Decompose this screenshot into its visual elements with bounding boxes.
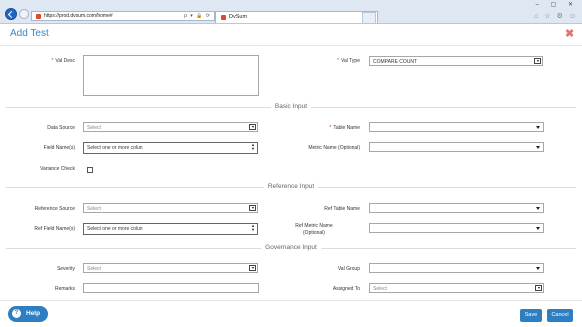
window-controls[interactable]: – ▢ ✕ xyxy=(536,1,578,8)
save-button[interactable]: Save xyxy=(520,309,542,322)
chevron-down-icon xyxy=(249,124,256,130)
table-name-label: * Table Name xyxy=(329,125,360,131)
required-marker: * xyxy=(329,125,332,131)
required-marker: * xyxy=(51,58,54,64)
severity-placeholder: Select xyxy=(87,265,101,272)
help-label: Help xyxy=(26,309,41,317)
ref-field-names-label: Ref Field Name(s) xyxy=(34,226,75,232)
help-icon: ? xyxy=(12,309,21,318)
ref-table-name-select[interactable] xyxy=(369,203,544,213)
reference-input-section: Reference Input xyxy=(6,183,576,191)
close-icon[interactable]: ✖ xyxy=(565,27,574,40)
modal-footer: ? Help Save Cancel xyxy=(0,300,582,327)
tab-favicon-icon xyxy=(221,15,226,20)
val-type-select[interactable]: COMPARE COUNT xyxy=(369,56,543,66)
help-button[interactable]: ? Help xyxy=(8,306,48,322)
chevron-down-icon xyxy=(249,205,256,211)
site-favicon-icon xyxy=(36,14,41,19)
assigned-to-label: Assigned To xyxy=(332,286,360,292)
data-source-select[interactable]: Select xyxy=(83,122,258,132)
val-desc-label: * Val Desc xyxy=(51,58,75,64)
field-names-placeholder: Select one or more colun xyxy=(87,144,143,151)
chevron-down-icon xyxy=(536,227,540,230)
cancel-button[interactable]: Cancel xyxy=(547,309,573,322)
reference-source-label: Reference Source xyxy=(34,206,75,212)
basic-input-section: Basic Input xyxy=(6,103,576,111)
data-source-placeholder: Select xyxy=(87,124,101,131)
val-type-label: * Val Type xyxy=(337,58,360,64)
section-title: Governance Input xyxy=(261,244,321,251)
ref-field-names-placeholder: Select one or more colun xyxy=(87,225,143,232)
browser-toolbar-icons[interactable]: ⌂ ☆ ⚙ ☺ xyxy=(534,12,578,20)
chevron-down-icon xyxy=(249,265,256,271)
field-names-multiselect[interactable]: Select one or more colun ▲ ▼ xyxy=(83,142,258,154)
section-title: Reference Input xyxy=(263,183,319,190)
val-group-label: Val Group xyxy=(337,266,360,272)
address-tools-icon[interactable]: ρ ▾ 🔒 ⟳ xyxy=(184,13,211,19)
back-arrow-icon[interactable] xyxy=(5,8,17,20)
governance-input-section: Governance Input xyxy=(6,244,576,252)
assigned-to-select[interactable]: Select xyxy=(369,283,544,293)
tab-title: DvSum xyxy=(229,14,248,20)
modal-title: Add Test xyxy=(10,28,49,39)
address-bar[interactable]: https://prod.dvsum.com/home# ρ ▾ 🔒 ⟳ xyxy=(31,11,215,21)
address-url: https://prod.dvsum.com/home# xyxy=(44,13,113,19)
chevron-down-icon xyxy=(535,285,542,291)
add-test-modal: Add Test ✖ * Val Desc * Val Type COMPARE C… xyxy=(0,24,582,327)
val-type-value: COMPARE COUNT xyxy=(373,58,418,65)
metric-name-label: Metric Name (Optional) xyxy=(308,145,360,151)
chevron-down-icon xyxy=(536,207,540,210)
severity-label: Severity xyxy=(56,266,75,272)
chevron-down-icon xyxy=(534,58,541,64)
spinner-arrows-icon: ▲ ▼ xyxy=(251,142,255,151)
assigned-to-placeholder: Select xyxy=(373,285,387,292)
reference-source-placeholder: Select xyxy=(87,205,101,212)
ref-metric-name-select[interactable] xyxy=(369,223,544,233)
table-name-select[interactable] xyxy=(369,122,544,132)
chevron-down-icon xyxy=(536,146,540,149)
data-source-label: Data Source xyxy=(47,125,75,131)
remarks-input[interactable] xyxy=(83,283,259,293)
reference-source-select[interactable]: Select xyxy=(83,203,258,213)
remarks-label: Remarks xyxy=(54,286,75,292)
spinner-arrows-icon: ▲ ▼ xyxy=(251,223,255,232)
field-names-label: Field Name(s) xyxy=(43,145,75,151)
ref-metric-name-label: Ref Metric Name (Optional) xyxy=(295,223,333,236)
metric-name-select[interactable] xyxy=(369,142,544,152)
browser-chrome: https://prod.dvsum.com/home# ρ ▾ 🔒 ⟳ DvS… xyxy=(0,0,582,24)
section-title: Basic Input xyxy=(270,103,312,110)
chevron-down-icon xyxy=(536,126,540,129)
chevron-down-icon xyxy=(536,267,540,270)
browser-tab[interactable]: DvSum × xyxy=(215,11,378,23)
forward-arrow-icon[interactable] xyxy=(19,9,29,19)
val-group-select[interactable] xyxy=(369,263,544,273)
ref-field-names-multiselect[interactable]: Select one or more colun ▲ ▼ xyxy=(83,223,258,235)
new-tab-button[interactable] xyxy=(362,12,376,23)
ref-table-name-label: Ref Table Name xyxy=(324,206,360,212)
modal-header: Add Test ✖ xyxy=(0,24,582,46)
severity-select[interactable]: Select xyxy=(83,263,258,273)
variance-check-checkbox[interactable] xyxy=(87,167,93,173)
val-desc-textarea[interactable] xyxy=(83,55,259,96)
variance-check-label: Variance Check xyxy=(40,166,75,172)
required-marker: * xyxy=(337,58,339,64)
